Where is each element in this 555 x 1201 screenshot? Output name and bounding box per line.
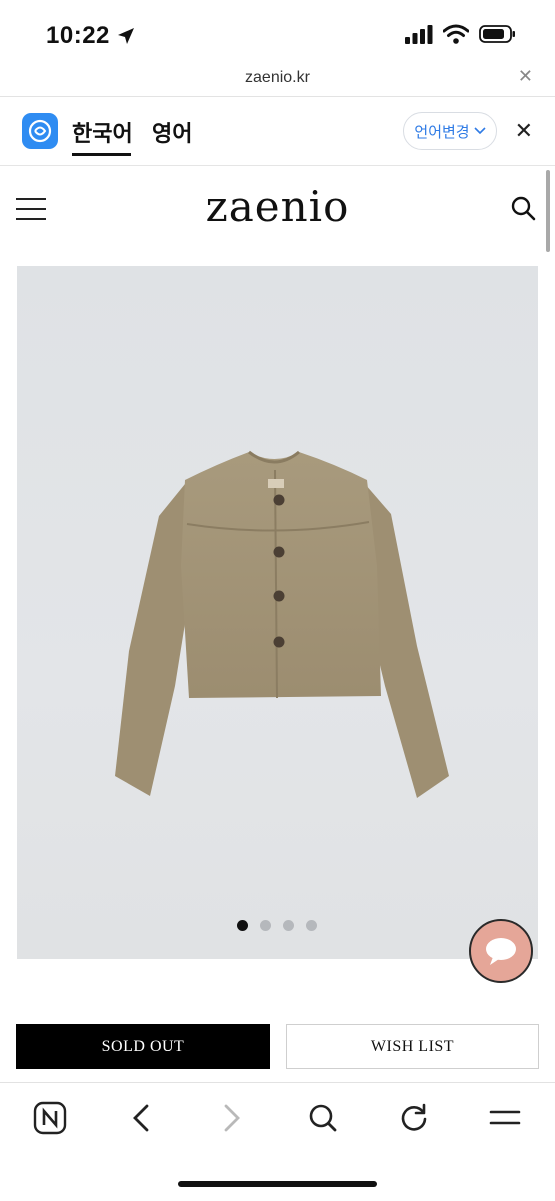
- close-icon[interactable]: ✕: [515, 118, 533, 144]
- carousel-dot[interactable]: [237, 920, 248, 931]
- wifi-icon: [443, 24, 469, 44]
- brand-logo[interactable]: zaenio: [0, 182, 555, 231]
- back-icon[interactable]: [121, 1100, 161, 1136]
- status-time: 10:22: [46, 22, 136, 50]
- scrollbar[interactable]: [546, 170, 550, 252]
- battery-icon: [479, 25, 515, 43]
- search-icon[interactable]: [510, 195, 538, 228]
- carousel-dot[interactable]: [260, 920, 271, 931]
- active-tab-indicator: [72, 153, 131, 156]
- close-icon[interactable]: ✕: [518, 66, 533, 87]
- carousel-dot[interactable]: [283, 920, 294, 931]
- forward-icon[interactable]: [212, 1100, 252, 1136]
- home-indicator[interactable]: [178, 1181, 377, 1187]
- signal-icon: [405, 25, 433, 44]
- chat-button[interactable]: [469, 919, 533, 983]
- change-language-button[interactable]: 언어변경: [403, 112, 497, 150]
- status-time-text: 10:22: [46, 22, 110, 49]
- chevron-down-icon: [474, 127, 486, 135]
- tab-target-language[interactable]: 영어: [152, 116, 192, 148]
- search-icon[interactable]: [303, 1100, 343, 1136]
- carousel-dot[interactable]: [306, 920, 317, 931]
- tab-source-language[interactable]: 한국어: [72, 116, 133, 148]
- wish-list-button[interactable]: WISH LIST: [286, 1024, 539, 1069]
- naver-home-icon[interactable]: [30, 1100, 70, 1136]
- reload-icon[interactable]: [394, 1100, 434, 1136]
- sold-out-button[interactable]: SOLD OUT: [16, 1024, 270, 1069]
- product-image[interactable]: [17, 266, 538, 959]
- change-language-label: 언어변경: [414, 123, 470, 141]
- chat-bubble-icon: [486, 938, 516, 965]
- translate-app-icon: [22, 113, 58, 149]
- jacket-illustration: [115, 450, 449, 798]
- location-arrow-icon: [117, 28, 134, 44]
- menu-icon[interactable]: [485, 1100, 525, 1136]
- status-icons: [405, 24, 517, 44]
- url-text[interactable]: zaenio.kr: [0, 69, 555, 87]
- carousel-dots[interactable]: [237, 920, 317, 931]
